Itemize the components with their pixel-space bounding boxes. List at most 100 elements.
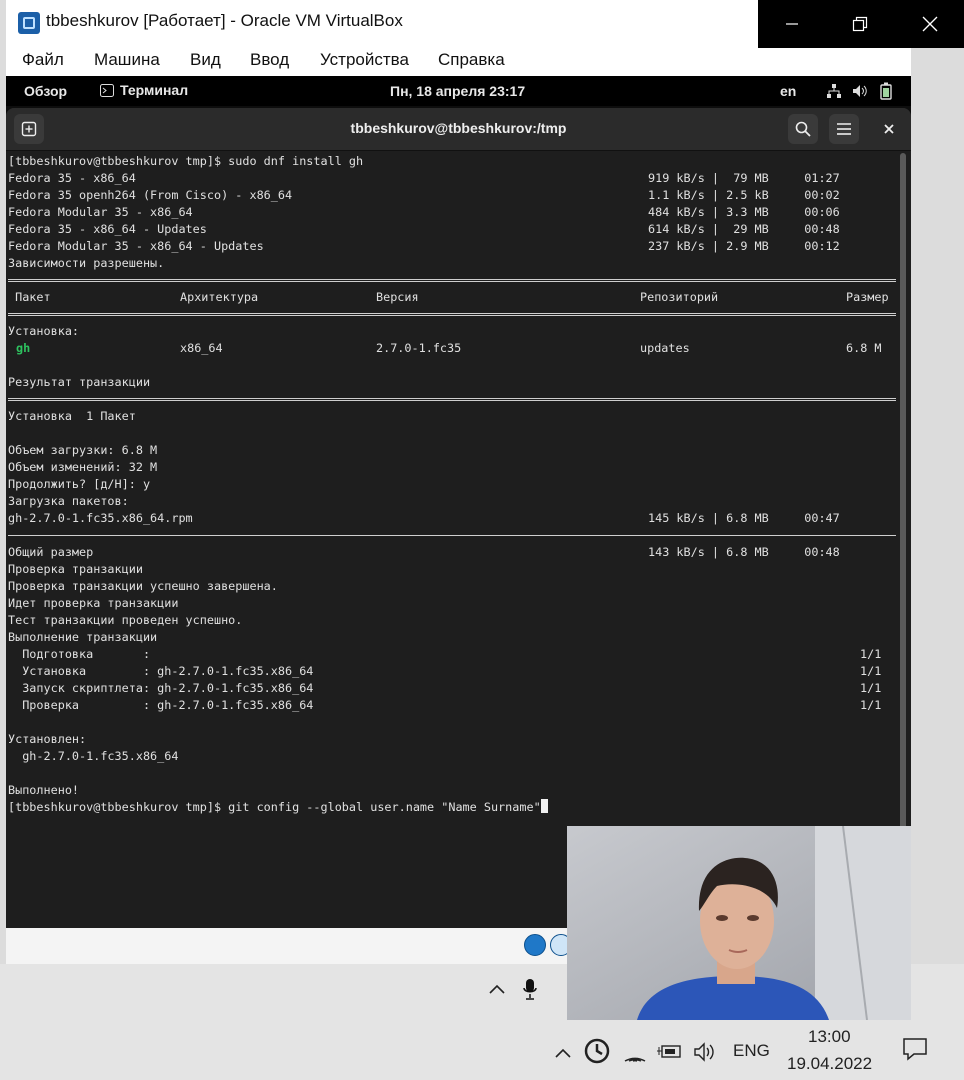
input-language[interactable]: ENG xyxy=(733,1041,770,1061)
window-title-bar[interactable]: tbbeshkurov [Работает] - Oracle VM Virtu… xyxy=(6,0,758,48)
chevron-up-icon-2[interactable] xyxy=(554,1044,572,1064)
terminal-title: tbbeshkurov@tbbeshkurov:/tmp xyxy=(350,120,567,136)
terminal-line: gh x86_64 2.7.0-1.fc35 updates 6.8 М xyxy=(8,340,896,357)
virtualbox-icon xyxy=(18,12,40,34)
terminal-line xyxy=(8,306,896,323)
download-label: Fedora 35 - x86_64 - Updates xyxy=(8,222,207,236)
menu-file[interactable]: Файл xyxy=(22,50,64,70)
chevron-up-icon[interactable] xyxy=(488,980,506,1000)
terminal-header: tbbeshkurov@tbbeshkurov:/tmp xyxy=(6,108,911,151)
terminal-line: Fedora Modular 35 - x86_64 - Updates 237 … xyxy=(8,238,896,255)
wifi-icon[interactable] xyxy=(624,1042,646,1067)
output-text: Результат транзакции xyxy=(8,375,151,389)
text-cursor xyxy=(540,799,548,813)
menu-input[interactable]: Ввод xyxy=(250,50,289,70)
terminal-line: gh-2.7.0-1.fc35.x86_64 xyxy=(8,748,896,765)
col-header-size: Размер xyxy=(846,290,889,304)
double-separator-line xyxy=(8,398,896,401)
shell-command: [tbbeshkurov@tbbeshkurov tmp]$ git confi… xyxy=(8,799,548,816)
output-text: Объем загрузки: 6.8 М xyxy=(8,443,158,457)
menu-machine[interactable]: Машина xyxy=(94,50,160,70)
output-text: Выполнено! xyxy=(8,783,80,797)
terminal-line xyxy=(8,272,896,289)
terminal-line: Fedora Modular 35 - x86_64 484 kB/s | 3.3… xyxy=(8,204,896,221)
terminal-line: [tbbeshkurov@tbbeshkurov tmp]$ git confi… xyxy=(8,799,896,816)
terminal-line: Идет проверка транзакции xyxy=(8,595,896,612)
col-header-repo: Репозиторий xyxy=(640,290,719,304)
download-stats: 919 kB/s | 79 MB 01:27 xyxy=(648,171,840,185)
terminal-line: Выполнено! xyxy=(8,782,896,799)
terminal-line: [tbbeshkurov@tbbeshkurov tmp]$ sudo dnf … xyxy=(8,153,896,170)
terminal-line xyxy=(8,527,896,544)
restore-icon xyxy=(852,16,868,32)
terminal-line: Установка : gh-2.7.0-1.fc35.x86_64 1/1 xyxy=(8,663,896,680)
close-button[interactable] xyxy=(896,0,964,48)
menu-help[interactable]: Справка xyxy=(438,50,505,70)
speaker-icon[interactable] xyxy=(694,1042,716,1067)
webcam-overlay[interactable] xyxy=(567,826,911,1020)
search-button[interactable] xyxy=(788,114,818,144)
package-version: 2.7.0-1.fc35 xyxy=(376,341,462,355)
terminal-line: Загрузка пакетов: xyxy=(8,493,896,510)
terminal-line: Объем изменений: 32 М xyxy=(8,459,896,476)
window-title: tbbeshkurov [Работает] - Oracle VM Virtu… xyxy=(46,11,403,30)
transaction-step: Подготовка : xyxy=(8,647,151,661)
output-text: Проверка транзакции xyxy=(8,562,143,576)
output-text: gh-2.7.0-1.fc35.x86_64 xyxy=(8,749,179,763)
menu-view[interactable]: Вид xyxy=(190,50,221,70)
terminal-line: Fedora 35 - x86_64 919 kB/s | 79 MB 01:27 xyxy=(8,170,896,187)
sync-icon[interactable] xyxy=(584,1038,610,1069)
terminal-line xyxy=(8,391,896,408)
download-label: Общий размер xyxy=(8,545,94,559)
transaction-progress: 1/1 xyxy=(860,681,882,695)
app-menu[interactable]: Терминал xyxy=(100,82,188,98)
download-stats: 1.1 kB/s | 2.5 kB 00:02 xyxy=(648,188,840,202)
output-text: Установлен: xyxy=(8,732,87,746)
package-arch: x86_64 xyxy=(180,341,223,355)
tray-time[interactable]: 13:00 xyxy=(808,1027,851,1047)
output-text: Установка: xyxy=(8,324,80,338)
webcam-feed-image xyxy=(567,826,911,1020)
volume-icon[interactable] xyxy=(852,83,868,102)
restore-button[interactable] xyxy=(826,0,894,48)
download-stats: 484 kB/s | 3.3 MB 00:06 xyxy=(648,205,840,219)
minimize-button[interactable] xyxy=(758,0,826,48)
menu-devices[interactable]: Устройства xyxy=(320,50,409,70)
tray-date[interactable]: 19.04.2022 xyxy=(787,1054,872,1074)
shared-folder-icon[interactable] xyxy=(524,934,546,956)
network-icon[interactable] xyxy=(826,83,842,102)
terminal-line: Выполнение транзакции xyxy=(8,629,896,646)
download-label: Fedora 35 openh264 (From Cisco) - x86_64 xyxy=(8,188,293,202)
keyboard-layout[interactable]: en xyxy=(780,83,796,99)
col-header-arch: Архитектура xyxy=(180,290,259,304)
hamburger-icon xyxy=(837,123,851,135)
menu-button[interactable] xyxy=(829,114,859,144)
window-controls xyxy=(758,0,964,48)
terminal-scrollbar[interactable] xyxy=(900,153,906,933)
battery-icon[interactable] xyxy=(880,82,892,103)
terminal-line: Проверка транзакции успешно завершена. xyxy=(8,578,896,595)
terminal-line: Fedora 35 openh264 (From Cisco) - x86_64… xyxy=(8,187,896,204)
microphone-icon[interactable] xyxy=(522,978,538,1005)
output-text: Проверка транзакции успешно завершена. xyxy=(8,579,278,593)
terminal-close-button[interactable] xyxy=(874,114,904,144)
terminal-line: Пакет Архитектура Версия Репозиторий Размер xyxy=(8,289,896,306)
terminal-output[interactable]: [tbbeshkurov@tbbeshkurov tmp]$ sudo dnf … xyxy=(8,153,896,923)
shell-command: [tbbeshkurov@tbbeshkurov tmp]$ sudo dnf … xyxy=(8,154,364,168)
download-stats: 614 kB/s | 29 MB 00:48 xyxy=(648,222,840,236)
battery-plug-icon[interactable] xyxy=(656,1042,682,1065)
notifications-icon[interactable] xyxy=(902,1036,928,1067)
terminal-line: Продолжить? [д/Н]: y xyxy=(8,476,896,493)
clock[interactable]: Пн, 18 апреля 23:17 xyxy=(390,83,525,99)
terminal-line: Объем загрузки: 6.8 М xyxy=(8,442,896,459)
package-name: gh xyxy=(16,341,31,355)
activities-button[interactable]: Обзор xyxy=(24,83,67,99)
download-label: gh-2.7.0-1.fc35.x86_64.rpm xyxy=(8,511,193,525)
output-text: Продолжить? [д/Н]: y xyxy=(8,477,151,491)
output-text: Идет проверка транзакции xyxy=(8,596,179,610)
download-label: Fedora Modular 35 - x86_64 - Updates xyxy=(8,239,264,253)
terminal-line: Общий размер 143 kB/s | 6.8 MB 00:48 xyxy=(8,544,896,561)
terminal-icon xyxy=(100,83,114,97)
menu-bar: Файл Машина Вид Ввод Устройства Справка xyxy=(6,48,911,76)
